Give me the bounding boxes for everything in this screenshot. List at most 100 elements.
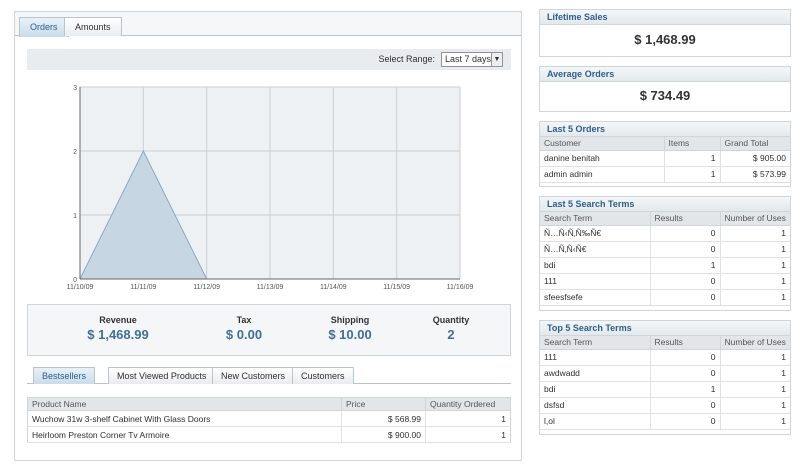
column-header: Customer	[540, 137, 665, 151]
search-uses: 1	[720, 257, 790, 274]
product-price: $ 568.99	[341, 410, 426, 427]
range-bar: Select Range: Last 7 days ▼	[27, 49, 511, 70]
last-search-terms-table: Search Term Results Number of Uses Ñ…Ñ‹Ñ…	[540, 212, 790, 306]
range-select-value: Last 7 days	[445, 54, 492, 64]
chart-y-tick: 1	[73, 213, 77, 220]
summary-revenue: Revenue $ 1,468.99	[58, 315, 178, 342]
column-header[interactable]: Quantity Ordered	[425, 397, 511, 411]
table-row[interactable]: Wuchow 31w 3-shelf Cabinet With Glass Do…	[27, 410, 511, 427]
column-header[interactable]: Product Name	[27, 397, 342, 411]
chart-y-tick: 2	[73, 149, 77, 156]
table-row[interactable]: bdi 1 1	[540, 257, 790, 274]
chart-x-tick: 11/15/09	[383, 284, 410, 291]
product-price: $ 900.00	[341, 426, 426, 443]
search-results: 0	[650, 397, 721, 414]
column-header[interactable]: Price	[341, 397, 426, 411]
table-row[interactable]: admin admin 1 $ 573.99	[540, 166, 790, 183]
box-title: Average Orders	[540, 67, 790, 82]
order-total: $ 573.99	[720, 166, 790, 183]
search-uses: 1	[720, 381, 790, 398]
search-results: 0	[650, 241, 721, 258]
search-term: dsfsd	[540, 397, 651, 414]
average-orders-box: Average Orders $ 734.49	[539, 66, 791, 112]
chart-y-tick: 3	[73, 85, 77, 92]
chart-x-tick: 11/16/09	[447, 284, 474, 291]
tab-orders[interactable]: Orders	[19, 17, 69, 37]
column-header: Number of Uses	[720, 336, 790, 350]
summary-value: 2	[447, 327, 455, 342]
box-title: Last 5 Search Terms	[540, 197, 790, 212]
search-uses: 1	[720, 365, 790, 382]
lifetime-sales-value: $ 1,468.99	[634, 32, 696, 47]
products-tabbar: Bestsellers Most Viewed Products New Cus…	[27, 367, 511, 384]
tab-customers[interactable]: Customers	[292, 367, 354, 384]
bestsellers-table: Product Name Price Quantity Ordered Wuch…	[27, 397, 511, 443]
product-qty: 1	[425, 426, 511, 443]
customer-name: admin admin	[540, 166, 665, 183]
totals-summary: Revenue $ 1,468.99 Tax $ 0.00 Shipping $…	[27, 304, 511, 356]
column-header: Number of Uses	[720, 212, 790, 226]
column-header: Results	[650, 336, 721, 350]
chart-x-tick: 11/11/09	[130, 284, 156, 291]
product-name: Wuchow 31w 3-shelf Cabinet With Glass Do…	[27, 410, 342, 427]
summary-label: Revenue	[99, 315, 137, 325]
search-results: 0	[650, 289, 721, 306]
tab-most-viewed-products[interactable]: Most Viewed Products	[108, 367, 216, 384]
column-header: Search Term	[540, 336, 651, 350]
table-row[interactable]: danine benitah 1 $ 905.00	[540, 150, 790, 167]
table-row[interactable]: bdi 1 1	[540, 381, 790, 398]
search-term: bdi	[540, 381, 651, 398]
order-items: 1	[664, 166, 721, 183]
search-uses: 1	[720, 349, 790, 366]
table-row[interactable]: sfeesfsefe 0 1	[540, 289, 790, 306]
table-row[interactable]: 111 0 1	[540, 349, 790, 366]
customer-name: danine benitah	[540, 150, 665, 167]
search-results: 0	[650, 413, 721, 430]
table-row[interactable]: Ñ…Ñ‚Ñ‹Ñ€ 0 1	[540, 241, 790, 258]
table-row[interactable]: Ñ…Ñ‹Ñ‚Ñ‰Ñ€ 0 1	[540, 225, 790, 242]
lifetime-sales-box: Lifetime Sales $ 1,468.99	[539, 9, 791, 57]
search-uses: 1	[720, 225, 790, 242]
top-search-terms-table: Search Term Results Number of Uses 111 0…	[540, 336, 790, 430]
search-term: 111	[540, 349, 651, 366]
box-title: Top 5 Search Terms	[540, 321, 790, 336]
table-row[interactable]: l,ol 0 1	[540, 413, 790, 430]
search-term: sfeesfsefe	[540, 289, 651, 306]
tab-bestsellers[interactable]: Bestsellers	[33, 367, 96, 384]
chevron-down-icon: ▼	[491, 53, 502, 66]
search-uses: 1	[720, 289, 790, 306]
search-results: 0	[650, 273, 721, 290]
summary-value: $ 1,468.99	[87, 327, 149, 342]
table-row[interactable]: 111 0 1	[540, 273, 790, 290]
tab-new-customers[interactable]: New Customers	[212, 367, 295, 384]
tab-amounts[interactable]: Amounts	[64, 17, 122, 36]
chart-x-tick: 11/13/09	[257, 284, 284, 291]
column-header: Grand Total	[720, 137, 790, 151]
range-select[interactable]: Last 7 days ▼	[441, 52, 503, 67]
summary-label: Tax	[236, 315, 252, 325]
summary-quantity: Quantity 2	[391, 315, 511, 342]
last-search-terms-box: Last 5 Search Terms Search Term Results …	[539, 196, 791, 311]
table-row[interactable]: dsfsd 0 1	[540, 397, 790, 414]
box-title: Last 5 Orders	[540, 122, 790, 137]
product-qty: 1	[425, 410, 511, 427]
search-uses: 1	[720, 273, 790, 290]
search-uses: 1	[720, 413, 790, 430]
search-results: 0	[650, 225, 721, 242]
chart-x-tick: 11/12/09	[193, 284, 220, 291]
chart-x-tick: 11/14/09	[320, 284, 347, 291]
table-row[interactable]: awdwadd 0 1	[540, 365, 790, 382]
search-results: 0	[650, 349, 721, 366]
order-items: 1	[664, 150, 721, 167]
table-row[interactable]: Heirloom Preston Corner Tv Armoire $ 900…	[27, 426, 511, 443]
last-orders-table: Customer Items Grand Total danine benita…	[540, 137, 790, 183]
search-term: bdi	[540, 257, 651, 274]
last-orders-box: Last 5 Orders Customer Items Grand Total…	[539, 121, 791, 187]
chart-x-tick: 11/10/09	[67, 284, 94, 291]
search-results: 1	[650, 257, 721, 274]
column-header: Search Term	[540, 212, 651, 226]
chart-tabbar: Orders Amounts	[15, 12, 521, 37]
search-term: Ñ…Ñ‹Ñ‚Ñ‰Ñ€	[540, 225, 651, 242]
chart-y-tick: 0	[73, 277, 77, 284]
column-header: Items	[664, 137, 721, 151]
